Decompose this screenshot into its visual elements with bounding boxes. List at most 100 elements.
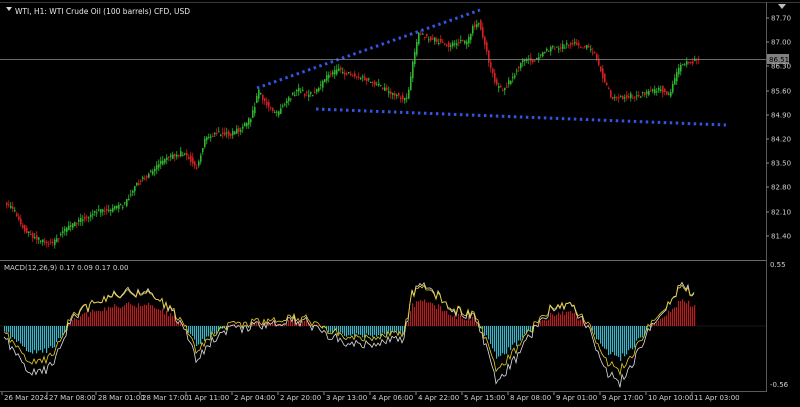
candle-body: [378, 83, 380, 86]
macd-histogram-bar: [352, 326, 354, 335]
macd-histogram-bar: [578, 320, 580, 326]
macd-histogram-bar: [690, 306, 692, 326]
candle-body: [296, 90, 298, 92]
macd-histogram-bar: [516, 326, 518, 347]
macd-histogram-bar: [540, 321, 542, 326]
candle-body: [168, 156, 170, 158]
lower-trendline[interactable]: [315, 107, 727, 127]
candle-body: [434, 37, 436, 42]
macd-histogram-bar: [678, 301, 680, 326]
macd-histogram-bar: [674, 307, 676, 326]
trading-chart-window[interactable]: ​ WTI, H1: WTI Crude Oil (100 barrels) C…: [0, 0, 800, 407]
time-axis-label: 3 Apr 13:00: [326, 394, 367, 402]
candle-body: [254, 107, 256, 114]
macd-histogram-bar: [152, 305, 154, 326]
candle-body: [204, 138, 206, 147]
macd-histogram-bar: [642, 326, 644, 338]
macd-histogram-bar: [432, 303, 434, 326]
price-axis-label: 82.80: [771, 184, 791, 192]
macd-histogram-bar: [502, 326, 504, 354]
candle-body: [12, 206, 14, 209]
candle-body: [472, 26, 474, 34]
macd-histogram-bar: [142, 305, 144, 326]
macd-histogram-bar: [568, 311, 570, 326]
candle-body: [628, 96, 630, 98]
macd-histogram-bar: [602, 326, 604, 347]
candle-body: [248, 118, 250, 125]
macd-histogram-bar: [384, 326, 386, 335]
candle-body: [368, 78, 370, 80]
macd-histogram-bar: [194, 326, 196, 340]
candle-body: [234, 131, 236, 134]
candle-body: [298, 87, 300, 92]
macd-histogram-bar: [676, 307, 678, 326]
candle-body: [468, 36, 470, 44]
macd-histogram-bar: [552, 314, 554, 326]
symbol-header[interactable]: ​ WTI, H1: WTI Crude Oil (100 barrels) C…: [6, 7, 190, 17]
candle-body: [160, 160, 162, 165]
macd-histogram-bar: [410, 311, 412, 326]
macd-histogram-bar: [8, 326, 10, 333]
macd-histogram-bar: [26, 326, 28, 352]
scroll-arrow-icon[interactable]: [778, 4, 786, 9]
macd-histogram-bar: [104, 307, 106, 326]
candle-body: [582, 47, 584, 49]
candle-body: [626, 95, 628, 98]
candle-body: [122, 206, 124, 208]
candle-body: [442, 41, 444, 43]
candle-body: [318, 88, 320, 92]
macd-histogram-bar: [606, 326, 608, 350]
candle-body: [316, 88, 318, 93]
candle-body: [686, 61, 688, 65]
macd-histogram-bar: [198, 326, 200, 345]
macd-histogram-bar: [154, 307, 156, 326]
upper-trendline[interactable]: [256, 8, 481, 90]
candle-body: [88, 217, 90, 219]
candle-body: [622, 96, 624, 100]
macd-histogram-bar: [486, 326, 488, 336]
candle-body: [588, 46, 590, 48]
candle-body: [130, 194, 132, 196]
candle-body: [498, 86, 500, 89]
macd-histogram-bar: [508, 326, 510, 348]
candle-body: [226, 132, 228, 134]
price-axis[interactable]: 87.70 87.00 86.30 85.60 84.90 84.20 83.50 82.80…: [766, 15, 791, 241]
candle-body: [262, 94, 264, 100]
candle-body: [566, 43, 568, 45]
macd-indicator: [0, 281, 766, 388]
candle-body: [658, 87, 660, 91]
candle-body: [614, 97, 616, 99]
candle-body: [84, 216, 86, 220]
macd-histogram-bar: [418, 301, 420, 326]
candle-body: [396, 94, 398, 96]
chart-canvas[interactable]: ​ WTI, H1: WTI Crude Oil (100 barrels) C…: [0, 0, 800, 407]
macd-axis-top: 0.55: [770, 261, 786, 269]
candle-body: [8, 204, 10, 206]
candle-body: [506, 86, 508, 88]
time-axis[interactable]: 26 Mar 2024 27 Mar 08:00 28 Mar 01:0028 Ma…: [1, 392, 740, 402]
time-axis-label: 9 Apr 01:00: [556, 394, 597, 402]
macd-histogram-bar: [44, 326, 46, 349]
candle-body: [16, 213, 18, 217]
candle-body: [268, 102, 270, 108]
macd-histogram-bar: [444, 310, 446, 326]
candle-body: [602, 68, 604, 79]
macd-histogram-bar: [688, 300, 690, 326]
candle-body: [556, 46, 558, 48]
candle-body: [612, 96, 614, 99]
collapse-arrow-icon[interactable]: [6, 7, 12, 11]
candle-body: [152, 171, 154, 175]
macd-histogram-bar: [102, 311, 104, 326]
candle-body: [246, 122, 248, 127]
time-axis-label: 4 Apr 06:00: [372, 394, 413, 402]
candle-body: [216, 133, 218, 135]
macd-histogram-bar: [636, 326, 638, 341]
macd-histogram-bar: [456, 318, 458, 326]
macd-histogram-bar: [466, 320, 468, 326]
candle-body: [674, 78, 676, 85]
macd-histogram-bar: [694, 305, 696, 326]
candle-body: [172, 154, 174, 159]
macd-histogram-bar: [202, 326, 204, 339]
candle-body: [510, 81, 512, 84]
macd-histogram-bar: [574, 312, 576, 326]
